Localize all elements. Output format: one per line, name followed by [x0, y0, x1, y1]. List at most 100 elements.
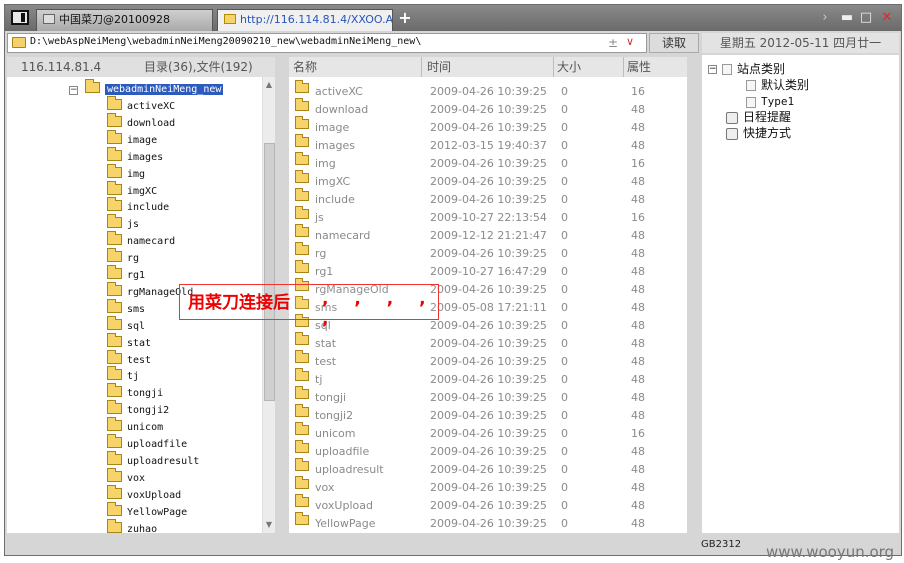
file-row[interactable]: img 2009-04-26 10:39:25 0 16	[289, 152, 687, 173]
file-time: 2009-04-26 10:39:25	[430, 247, 547, 260]
folder-icon	[295, 224, 309, 237]
tree-item[interactable]: download	[107, 112, 175, 132]
tree-item-label: vox	[127, 472, 146, 484]
folder-icon	[107, 349, 122, 364]
file-time: 2009-04-26 10:39:25	[430, 463, 547, 476]
scroll-down-icon[interactable]: ▼	[263, 519, 275, 531]
column-name[interactable]: 名称	[293, 57, 317, 77]
file-row[interactable]: uploadfile 2009-04-26 10:39:25 0 48	[289, 440, 687, 461]
file-attr: 48	[631, 301, 645, 314]
file-time: 2009-04-26 10:39:25	[430, 175, 547, 188]
app-menu-icon[interactable]	[11, 10, 29, 25]
file-attr: 16	[631, 427, 645, 440]
new-tab-plus-icon[interactable]: +	[397, 9, 413, 27]
path-input[interactable]: D:\webAspNeiMeng\webadminNeiMeng20090210…	[7, 33, 647, 53]
file-row[interactable]: imgXC 2009-04-26 10:39:25 0 48	[289, 170, 687, 191]
tree-item-label: js	[127, 219, 140, 231]
file-row[interactable]: rg 2009-04-26 10:39:25 0 48	[289, 242, 687, 263]
column-divider[interactable]	[623, 57, 624, 77]
file-time: 2009-04-26 10:39:25	[430, 391, 547, 404]
tab-home[interactable]: 中国菜刀@20100928	[36, 9, 213, 31]
folder-icon	[107, 231, 122, 246]
file-row[interactable]: tongji2 2009-04-26 10:39:25 0 48	[289, 404, 687, 425]
read-button[interactable]: 读取	[649, 33, 699, 53]
schedule-reminder[interactable]: 日程提醒	[726, 109, 791, 125]
date-display: 星期五 2012-05-11 四月廿一	[702, 33, 899, 53]
folder-icon	[107, 180, 122, 195]
tree-scroll-thumb[interactable]	[264, 143, 275, 401]
file-time: 2009-04-26 10:39:25	[430, 337, 547, 350]
tree-item[interactable]: include	[107, 197, 169, 216]
tree-item-label: rg1	[127, 270, 146, 281]
file-row[interactable]: activeXC 2009-04-26 10:39:25 0 16	[289, 80, 687, 101]
file-row[interactable]: stat 2009-04-26 10:39:25 0 48	[289, 332, 687, 353]
file-row[interactable]: tongji 2009-04-26 10:39:25 0 48	[289, 386, 687, 407]
file-size: 0	[561, 517, 568, 530]
file-row[interactable]: download 2009-04-26 10:39:25 0 48	[289, 98, 687, 119]
tab-shell-url[interactable]: http://116.114.81.4/XXOO.A...	[217, 9, 393, 31]
file-row[interactable]: images 2012-03-15 19:40:37 0 48	[289, 134, 687, 155]
folder-icon	[107, 112, 122, 127]
tree-item[interactable]: uploadfile	[107, 434, 187, 453]
minimize-icon[interactable]: ▬	[839, 9, 855, 27]
tree-item[interactable]: voxUpload	[107, 484, 181, 504]
file-attr: 48	[631, 517, 645, 530]
tree-item-label: namecard	[127, 236, 176, 248]
tree-item[interactable]: uploadresult	[107, 450, 199, 470]
category-type1[interactable]: Type1	[746, 94, 794, 110]
column-size[interactable]: 大小	[557, 57, 581, 77]
file-row[interactable]: YellowPage 2009-04-26 10:39:25 0 48	[289, 512, 687, 533]
file-row[interactable]: namecard 2009-12-12 21:21:47 0 48	[289, 224, 687, 245]
scroll-up-icon[interactable]: ▲	[263, 79, 275, 91]
tree-item[interactable]: YellowPage	[107, 501, 187, 521]
file-row[interactable]: include 2009-04-26 10:39:25 0 48	[289, 188, 687, 209]
file-attr: 48	[631, 409, 645, 422]
tree-item[interactable]: zuhao	[107, 518, 157, 533]
file-list-header: 名称 时间 大小 属性	[289, 57, 687, 77]
schedule-label: 日程提醒	[743, 110, 792, 124]
file-time: 2009-10-27 22:13:54	[430, 211, 547, 224]
category-label: Type1	[761, 95, 795, 108]
category-icon	[722, 64, 732, 75]
file-row[interactable]: voxUpload 2009-04-26 10:39:25 0 48	[289, 494, 687, 515]
tree-item[interactable]: namecard	[107, 231, 176, 250]
close-icon[interactable]: ✕	[879, 9, 895, 27]
collapse-icon[interactable]: −	[708, 65, 717, 74]
file-row[interactable]: vox 2009-04-26 10:39:25 0 48	[289, 476, 687, 497]
tree-item[interactable]: activeXC	[107, 96, 175, 115]
folder-icon	[107, 129, 122, 144]
encoding-indicator[interactable]: GB2312	[701, 539, 741, 550]
chevron-right-icon[interactable]: ›	[817, 9, 833, 27]
page-icon	[43, 14, 55, 24]
category-default[interactable]: 默认类别	[746, 77, 809, 93]
tree-item-label: sms	[127, 303, 146, 315]
file-row[interactable]: unicom 2009-04-26 10:39:25 0 16	[289, 422, 687, 443]
file-row[interactable]: test 2009-04-26 10:39:25 0 48	[289, 350, 687, 371]
plus-minus-icon[interactable]: ±	[608, 36, 618, 50]
file-attr: 48	[631, 265, 645, 278]
chevron-down-icon[interactable]: ∨	[626, 35, 634, 48]
folder-icon	[295, 134, 309, 147]
tree-item-label: tongji2	[127, 405, 170, 417]
collapse-icon[interactable]: −	[69, 86, 78, 95]
column-attr[interactable]: 属性	[627, 57, 651, 77]
column-divider[interactable]	[421, 57, 422, 77]
tree-root[interactable]: webadminNeiMeng_new	[85, 79, 224, 98]
shortcuts[interactable]: 快捷方式	[726, 125, 791, 141]
file-row[interactable]: image 2009-04-26 10:39:25 0 48	[289, 116, 687, 137]
maximize-icon[interactable]: □	[858, 9, 874, 27]
file-row[interactable]: rg1 2009-10-27 16:47:29 0 48	[289, 260, 687, 281]
file-row[interactable]: tj 2009-04-26 10:39:25 0 48	[289, 368, 687, 389]
file-name: tongji2	[315, 409, 354, 422]
file-size: 0	[561, 463, 568, 476]
site-category-root[interactable]: − 站点类别	[708, 61, 785, 77]
column-divider[interactable]	[553, 57, 554, 77]
file-attr: 48	[631, 463, 645, 476]
file-row[interactable]: js 2009-10-27 22:13:54 0 16	[289, 206, 687, 227]
folder-icon	[295, 152, 309, 165]
file-row[interactable]: uploadresult 2009-04-26 10:39:25 0 48	[289, 458, 687, 479]
folder-icon	[107, 332, 122, 347]
folder-icon	[295, 440, 309, 453]
column-time[interactable]: 时间	[427, 57, 451, 77]
tree-item[interactable]: tongji2	[107, 400, 170, 419]
